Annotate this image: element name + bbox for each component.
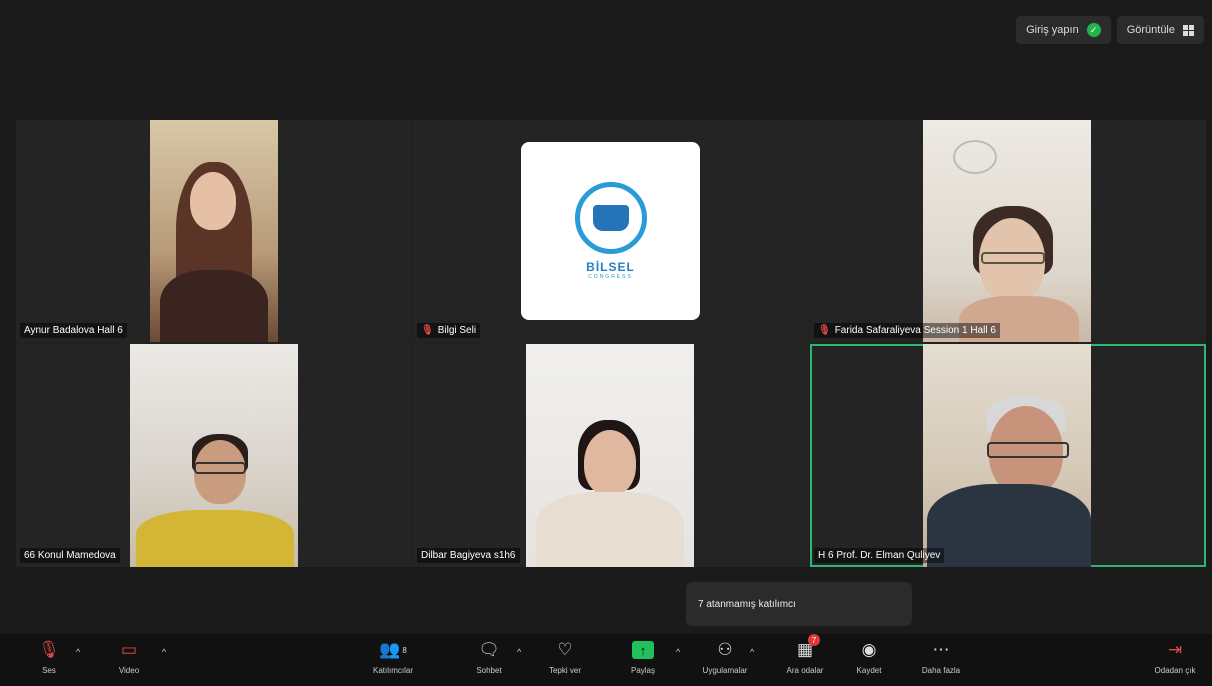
participants-button[interactable]: 👥 8 Katılımcılar: [358, 638, 428, 675]
share-button[interactable]: ↑ Paylaş: [608, 638, 678, 675]
logo-text: BİLSEL: [586, 260, 635, 274]
heart-icon: ♡: [557, 640, 573, 659]
audio-options-caret[interactable]: ^: [76, 647, 80, 657]
breakout-rooms-button[interactable]: ▦ 7 Ara odalar: [770, 634, 840, 675]
chat-button[interactable]: 🗨 Sohbet: [454, 638, 524, 675]
video-off-icon: ▭: [120, 640, 138, 659]
participant-name-label: 🎙 Farida Safaraliyeva Session 1 Hall 6: [814, 323, 1000, 338]
participants-icon: 👥 8: [379, 640, 407, 659]
participant-tile[interactable]: Dilbar Bagiyeva s1h6: [413, 344, 808, 567]
grid-view-icon: [1183, 24, 1194, 36]
shield-check-icon: ✓: [1086, 23, 1101, 37]
leave-button[interactable]: ⇥ Odadan çık: [1140, 638, 1210, 675]
apps-options-caret[interactable]: ^: [750, 647, 754, 657]
participant-video: [150, 120, 278, 342]
audio-button[interactable]: 🎙 Ses: [14, 638, 84, 675]
record-button[interactable]: ◉ Kaydet: [834, 638, 904, 675]
more-icon: ⋯: [932, 640, 950, 659]
sign-in-button[interactable]: Giriş yapın ✓: [1016, 16, 1111, 44]
bilsel-logo: BİLSEL CONGRESS: [521, 142, 700, 320]
top-bar: Giriş yapın ✓ Görüntüle: [1016, 16, 1204, 44]
apps-icon: ⚇: [717, 640, 733, 659]
participant-video: [923, 120, 1091, 342]
meeting-toolbar: 🎙 Ses ^ ▭ Video ^ 👥 8 Katılımcılar 🗨 Sohb…: [0, 634, 1212, 686]
chat-options-caret[interactable]: ^: [517, 647, 521, 657]
leave-icon: ⇥: [1167, 640, 1183, 659]
participant-name-label: Aynur Badalova Hall 6: [20, 323, 127, 338]
participant-tile[interactable]: BİLSEL CONGRESS 🎙 Bilgi Seli: [413, 120, 808, 342]
participant-tile[interactable]: 🎙 Farida Safaraliyeva Session 1 Hall 6: [810, 120, 1206, 342]
participant-video: [923, 344, 1091, 567]
participant-name-label: 66 Konul Mamedova: [20, 548, 120, 563]
participant-video: [526, 344, 694, 567]
breakout-badge: 7: [808, 634, 821, 646]
sign-in-label: Giriş yapın: [1026, 24, 1079, 36]
participant-tile[interactable]: 66 Konul Mamedova: [16, 344, 411, 567]
book-globe-icon: [574, 182, 647, 254]
view-label: Görüntüle: [1126, 24, 1175, 36]
participant-tile-active-speaker[interactable]: H 6 Prof. Dr. Elman Quliyev: [810, 344, 1206, 567]
share-screen-icon: ↑: [632, 641, 654, 659]
record-icon: ◉: [861, 640, 877, 659]
participant-video: [130, 344, 298, 567]
microphone-muted-icon: 🎙: [818, 325, 831, 336]
participant-name-label: 🎙 Bilgi Seli: [417, 323, 481, 338]
react-button[interactable]: ♡ Tepki ver: [530, 638, 600, 675]
logo-subtext: CONGRESS: [588, 274, 633, 280]
view-button[interactable]: Görüntüle: [1116, 16, 1204, 44]
video-options-caret[interactable]: ^: [162, 647, 166, 657]
participant-name-label: H 6 Prof. Dr. Elman Quliyev: [814, 548, 945, 563]
participant-tile[interactable]: Aynur Badalova Hall 6: [16, 120, 411, 342]
share-options-caret[interactable]: ^: [676, 647, 680, 657]
chat-icon: 🗨: [478, 640, 500, 659]
microphone-muted-icon: 🎙: [38, 640, 60, 659]
microphone-muted-icon: 🎙: [421, 325, 434, 336]
participant-name-label: Dilbar Bagiyeva s1h6: [417, 548, 520, 563]
video-gallery: Aynur Badalova Hall 6 BİLSEL CONGRESS 🎙 B…: [16, 120, 1206, 567]
unassigned-participants-tooltip: 7 atanmamış katılımcı: [686, 582, 912, 626]
tooltip-text: 7 atanmamış katılımcı: [698, 598, 796, 610]
video-button[interactable]: ▭ Video: [94, 638, 164, 675]
more-button[interactable]: ⋯ Daha fazla: [906, 638, 976, 675]
